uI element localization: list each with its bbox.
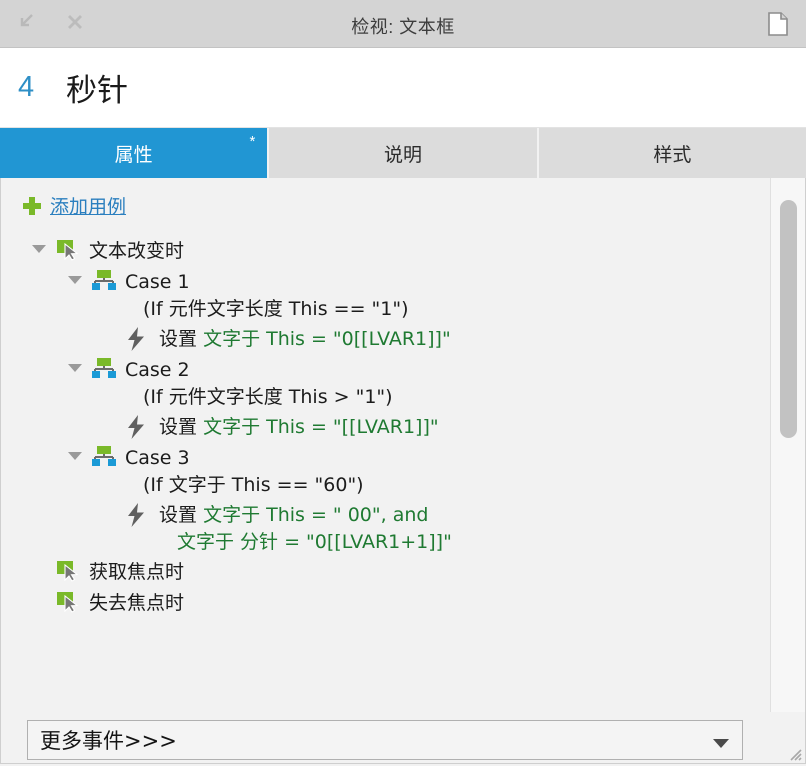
interactions-pane: 添加用例 文本改变时 Case 1 (If 元件文字长度 This == "1"… (0, 178, 806, 712)
case-title: Case 3 (125, 446, 190, 469)
add-case-label: 添加用例 (50, 196, 127, 218)
tree-action-row[interactable]: 设置 文字于 This = "0[[LVAR1]]" (1, 323, 805, 354)
event-label: 失去焦点时 (89, 591, 185, 614)
caret-down-icon[interactable] (67, 363, 85, 373)
case-text: Case 1 (If 元件文字长度 This == "1") (125, 266, 409, 323)
tab-style[interactable]: 样式 (538, 128, 806, 178)
action-verb: 设置 (159, 503, 198, 526)
document-icon[interactable] (768, 12, 788, 36)
case-branch-icon (92, 357, 116, 380)
tab-properties[interactable]: 属性 * (0, 128, 270, 178)
case-title: Case 1 (125, 271, 190, 293)
tab-properties-label: 属性 (114, 144, 153, 166)
chevron-down-icon[interactable] (712, 736, 730, 754)
tree-case-row[interactable]: Case 2 (If 元件文字长度 This > "1") (1, 354, 805, 411)
tree-action-row[interactable]: 设置 文字于 This = "[[LVAR1]]" (1, 411, 805, 442)
case-condition: (If 文字于 This == "60") (143, 473, 364, 496)
caret-down-icon[interactable] (67, 451, 85, 461)
case-text: Case 2 (If 元件文字长度 This > "1") (125, 354, 393, 411)
tab-notes-label: 说明 (383, 144, 422, 166)
tree-case-row[interactable]: Case 3 (If 文字于 This == "60") (1, 442, 805, 499)
action-verb: 设置 (159, 415, 198, 438)
scrollbar-thumb[interactable] (780, 200, 797, 438)
case-branch-icon (92, 270, 116, 292)
tree-event-row-blur[interactable]: 失去焦点时 (1, 587, 805, 618)
event-cursor-icon (56, 239, 80, 261)
event-cursor-icon (56, 560, 80, 582)
footer-bar: 更多事件>>> (0, 712, 806, 764)
tree-event-row[interactable]: 文本改变时 (1, 235, 805, 266)
tab-bar: 属性 * 说明 样式 (0, 128, 806, 178)
panel-title: 检视: 文本框 (351, 17, 455, 37)
tab-style-label: 样式 (653, 144, 692, 166)
lightning-icon (126, 326, 150, 351)
vertical-scrollbar[interactable] (770, 178, 805, 712)
action-verb: 设置 (159, 327, 198, 350)
tree-action-row[interactable]: 设置 文字于 This = " 00", and 文字于 分针 = "0[[LVA… (1, 499, 805, 556)
caret-down-icon[interactable] (67, 275, 85, 285)
case-text: Case 3 (If 文字于 This == "60") (125, 442, 364, 499)
action-expression: 文字于 This = " 00", and (203, 503, 429, 526)
case-branch-icon (92, 445, 116, 468)
case-condition: (If 元件文字长度 This > "1") (143, 385, 393, 408)
widget-name[interactable]: 秒针 (66, 65, 128, 110)
event-tree: 文本改变时 Case 1 (If 元件文字长度 This == "1") 设置 … (1, 227, 805, 618)
resize-grip-icon[interactable] (786, 745, 802, 761)
action-text: 设置 文字于 This = " 00", and 文字于 分针 = "0[[LVA… (159, 499, 452, 556)
more-events-dropdown[interactable]: 更多事件>>> (27, 720, 743, 760)
action-expression: 文字于 This = "[[LVAR1]]" (203, 415, 439, 438)
event-label: 文本改变时 (89, 240, 185, 262)
widget-header: 4 秒针 (0, 48, 806, 128)
lightning-icon (126, 502, 150, 527)
case-condition: (If 元件文字长度 This == "1") (143, 297, 409, 320)
action-expression: 文字于 This = "0[[LVAR1]]" (203, 327, 451, 350)
action-text: 设置 文字于 This = "[[LVAR1]]" (159, 411, 439, 441)
tree-event-row-focus[interactable]: 获取焦点时 (1, 556, 805, 587)
caret-down-icon[interactable] (31, 244, 49, 254)
action-text: 设置 文字于 This = "0[[LVAR1]]" (159, 323, 451, 353)
add-case-button[interactable]: 添加用例 (1, 178, 126, 227)
case-title: Case 2 (125, 358, 190, 381)
lightning-icon (126, 414, 150, 439)
more-events-label: 更多事件>>> (40, 729, 177, 753)
tab-notes[interactable]: 说明 (269, 128, 539, 178)
title-bar: 检视: 文本框 (0, 0, 806, 48)
plus-icon (23, 196, 41, 215)
action-expression-line2: 文字于 分针 = "0[[LVAR1+1]]" (177, 530, 452, 553)
event-cursor-icon (56, 591, 80, 613)
event-label: 获取焦点时 (89, 560, 185, 583)
tree-case-row[interactable]: Case 1 (If 元件文字长度 This == "1") (1, 266, 805, 323)
inspector-panel: 检视: 文本框 4 秒针 属性 * 说明 样式 添加用例 文本改变时 Case … (0, 0, 806, 766)
modified-marker: * (249, 133, 256, 150)
widget-index: 4 (18, 71, 35, 103)
